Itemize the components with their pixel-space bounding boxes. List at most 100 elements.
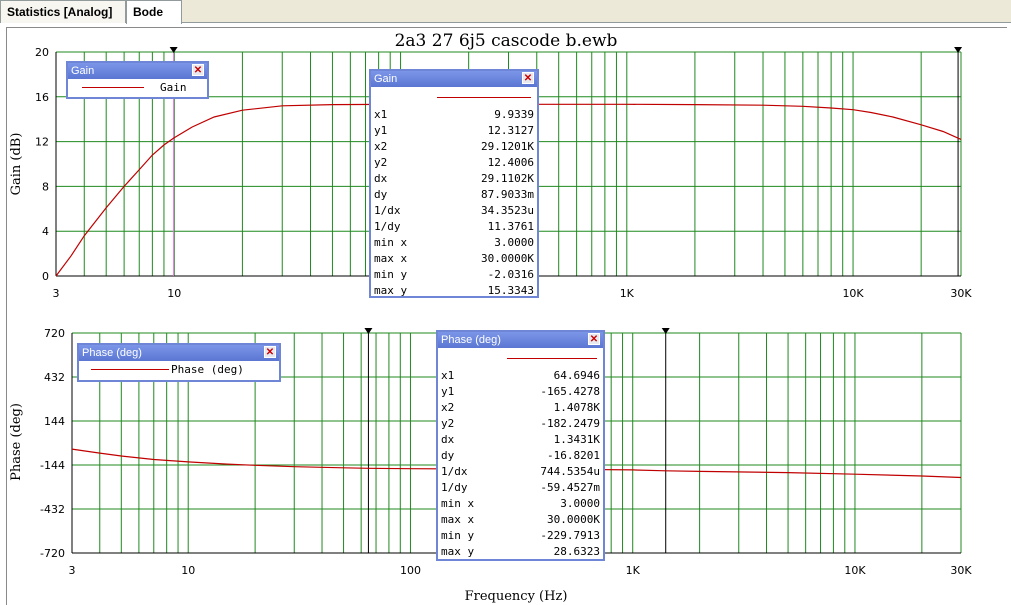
cursor-readout-row: dy -16.8201 [438,448,603,464]
window-title: Gain [71,65,95,77]
cursor-readout-row: y2 -182.2479 [438,416,603,432]
x-tick-label: 30K [950,287,972,300]
x-tick-label: 100 [400,564,421,577]
readout-key: x2 [374,140,388,153]
x-tick-label: 10 [167,287,181,300]
y-tick-label: 720 [44,327,65,340]
legend-entry: Phase (deg) [79,361,279,379]
x-tick-label: 1K [626,564,641,577]
readout-value: 12.3127 [487,124,534,137]
readout-value: -59.4527m [540,481,600,494]
readout-key: dy [441,449,455,462]
cursor-readout-row: 1/dy -59.4527m [438,480,603,496]
phase-legend-titlebar[interactable]: Phase (deg) ✕ [79,345,279,361]
cursor-readout-row: max y 28.6323 [438,544,603,560]
readout-value: -2.0316 [487,268,534,281]
window-title: Gain [374,73,398,85]
readout-value: 28.6323 [553,545,600,558]
cursor-readout-row: y1 -165.4278 [438,384,603,400]
readout-key: x1 [441,369,455,382]
readout-key: 1/dx [374,204,401,217]
close-icon[interactable]: ✕ [588,333,600,345]
cursor-trace-swatch [438,348,603,368]
gain-legend-titlebar[interactable]: Gain ✕ [68,63,207,79]
cursor-readout-row: 1/dx 744.5354u [438,464,603,480]
cursor-readout-row: y2 12.4006 [371,155,537,171]
cursor-trace-swatch [371,87,537,107]
readout-value: 9.9339 [494,108,534,121]
x-tick-label: 3 [53,287,60,300]
y-tick-label: 16 [35,91,49,104]
phase-ylabel: Phase (deg) [9,403,24,481]
readout-key: max x [374,252,408,265]
x-tick-label: 10 [181,564,195,577]
y-tick-label: 144 [44,415,65,428]
readout-value: -165.4278 [540,385,600,398]
y-tick-label: 4 [42,225,49,238]
y-tick-label: -720 [40,547,65,560]
gain-cursor-window[interactable]: Gain ✕ x1 9.9339 y1 12.3127 x2 29.1201K y2 12.40… [369,69,539,298]
readout-value: 29.1201K [481,140,534,153]
readout-value: 29.1102K [481,172,534,185]
legend-swatch [91,369,169,370]
cursor-readout-row: y1 12.3127 [371,123,537,139]
readout-value: 744.5354u [540,465,600,478]
readout-key: y2 [441,417,455,430]
readout-value: 64.6946 [553,369,600,382]
y-tick-label: 20 [35,46,49,59]
y-tick-label: -432 [40,503,65,516]
phase-cursor-titlebar[interactable]: Phase (deg) ✕ [438,332,603,348]
readout-value: 3.0000 [560,497,600,510]
cursor-readout-row: 1/dx 34.3523u [371,203,537,219]
legend-label: Gain [160,81,187,94]
readout-value: -16.8201 [547,449,600,462]
readout-value: -229.7913 [540,529,600,542]
legend-swatch [82,87,144,88]
x-tick-label: 30K [950,564,972,577]
readout-value: 1.4078K [553,401,600,414]
readout-value: 3.0000 [494,236,534,249]
gain-cursor-titlebar[interactable]: Gain ✕ [371,71,537,87]
legend-label: Phase (deg) [171,363,244,376]
y-tick-label: -144 [40,459,65,472]
cursor-readout-row: max y 15.3343 [371,283,537,299]
readout-value: 12.4006 [487,156,534,169]
window-title: Phase (deg) [82,347,142,359]
cursor-readout-row: 1/dy 11.3761 [371,219,537,235]
readout-key: 1/dx [441,465,468,478]
y-tick-label: 0 [42,270,49,283]
gain-ylabel: Gain (dB) [9,133,24,196]
readout-key: y1 [374,124,388,137]
readout-key: dx [441,433,455,446]
cursor-readout-row: dx 29.1102K [371,171,537,187]
readout-value: 34.3523u [481,204,534,217]
cursor-readout-row: max x 30.0000K [438,512,603,528]
cursor-readout-row: max x 30.0000K [371,251,537,267]
phase-legend-window[interactable]: Phase (deg) ✕ Phase (deg) [77,343,281,382]
readout-value: 1.3431K [553,433,600,446]
readout-key: min x [374,236,408,249]
close-icon[interactable]: ✕ [264,346,276,358]
close-icon[interactable]: ✕ [522,72,534,84]
readout-key: min x [441,497,475,510]
close-icon[interactable]: ✕ [192,64,204,76]
x-tick-label: 10K [844,564,866,577]
phase-cursor-window[interactable]: Phase (deg) ✕ x1 64.6946 y1 -165.4278 x2 1.407… [436,330,605,561]
readout-key: y1 [441,385,455,398]
readout-key: max y [374,284,408,297]
cursor-readout-row: dy 87.9033m [371,187,537,203]
cursor-readout-row: x2 1.4078K [438,400,603,416]
gain-legend-window[interactable]: Gain ✕ Gain [66,61,209,99]
readout-key: 1/dy [374,220,401,233]
cursor-readout-row: min x 3.0000 [438,496,603,512]
readout-key: max y [441,545,475,558]
readout-key: y2 [374,156,388,169]
readout-value: 11.3761 [487,220,534,233]
y-tick-label: 8 [42,180,49,193]
cursor-readout-row: min y -2.0316 [371,267,537,283]
y-tick-label: 12 [35,136,49,149]
readout-key: 1/dy [441,481,468,494]
cursor-readout-row: x1 9.9339 [371,107,537,123]
x-tick-label: 3 [69,564,76,577]
readout-key: x1 [374,108,388,121]
